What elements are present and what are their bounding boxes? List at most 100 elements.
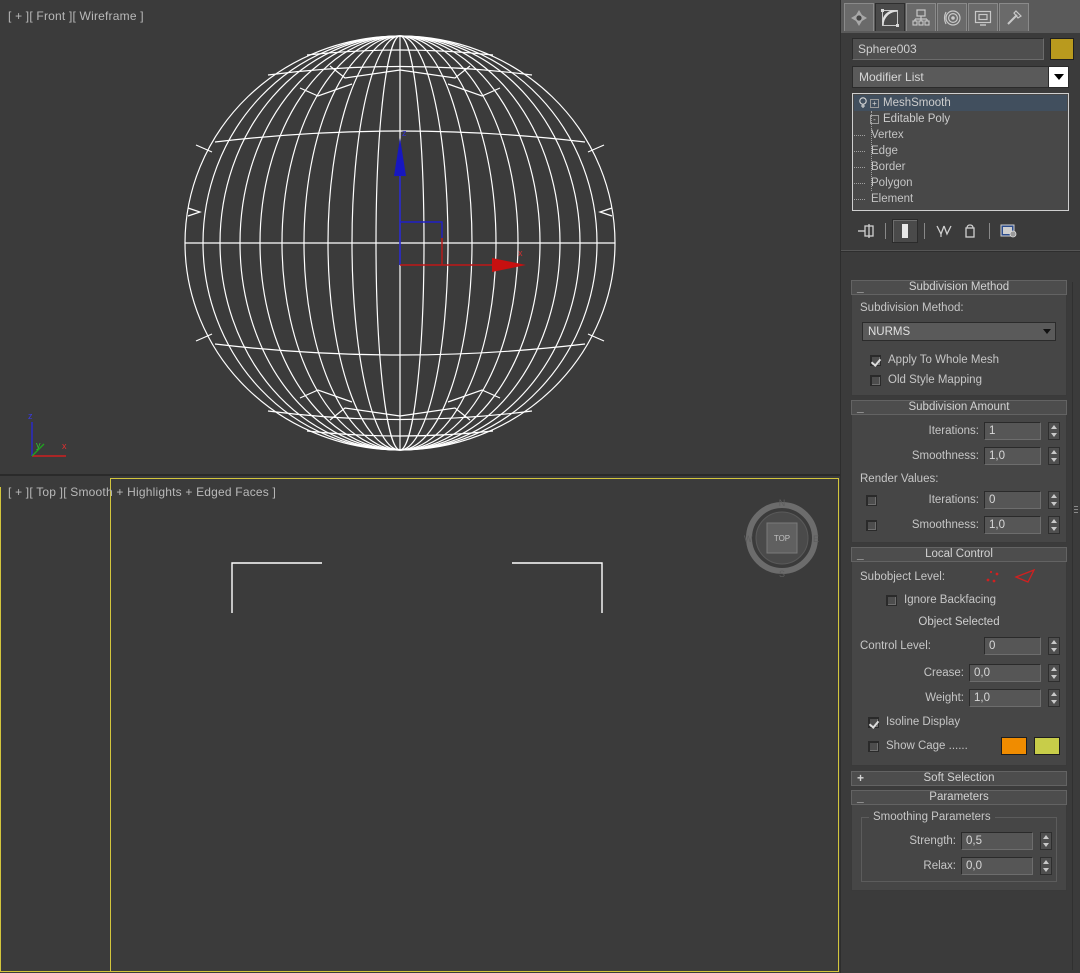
chevron-down-icon[interactable]: [1048, 67, 1068, 87]
subobject-vertex[interactable]: Vertex: [854, 127, 1067, 143]
rollout-header-subdivision-method[interactable]: _ Subdivision Method: [851, 280, 1067, 295]
weight-spinner[interactable]: [1048, 689, 1060, 707]
viewport-front-label[interactable]: [ + ][ Front ][ Wireframe ]: [8, 9, 144, 23]
command-panel-scrollbar[interactable]: [1072, 282, 1078, 970]
tab-create[interactable]: [844, 3, 874, 31]
cage-color-swatch-2[interactable]: [1034, 737, 1060, 755]
make-unique-icon[interactable]: [931, 219, 957, 243]
rollout-soft-selection: + Soft Selection: [851, 771, 1067, 786]
control-level-spinner[interactable]: [1048, 637, 1060, 655]
expand-plus-icon[interactable]: +: [870, 98, 879, 108]
render-smoothness-spinner[interactable]: [1048, 516, 1060, 534]
light-bulb-icon[interactable]: [856, 97, 870, 109]
subobject-label: Polygon: [871, 177, 913, 189]
rollout-subdivision-method: _ Subdivision Method Subdivision Method:…: [851, 280, 1067, 396]
weight-input[interactable]: 1,0: [969, 689, 1041, 707]
rollout-toggle-icon[interactable]: +: [857, 772, 864, 785]
tab-display[interactable]: [968, 3, 998, 31]
viewcube-widget[interactable]: TOP N S W E: [740, 496, 824, 580]
render-smoothness-input[interactable]: 1,0: [984, 516, 1041, 534]
relax-spinner[interactable]: [1040, 857, 1052, 875]
configure-modifier-sets-icon[interactable]: [996, 219, 1022, 243]
axis-y-label: y: [36, 440, 41, 450]
ignore-backfacing-checkbox[interactable]: [886, 594, 897, 606]
modifier-stack-list[interactable]: + MeshSmooth - Editable Poly Vertex Edge…: [852, 93, 1069, 211]
viewport-front[interactable]: [ + ][ Front ][ Wireframe ] z x z x y: [0, 0, 840, 476]
svg-text:z: z: [402, 128, 407, 138]
rollout-header-soft-selection[interactable]: + Soft Selection: [851, 771, 1067, 786]
control-level-label: Control Level:: [860, 640, 931, 652]
apply-to-whole-mesh-row[interactable]: Apply To Whole Mesh: [870, 354, 1060, 366]
object-color-swatch[interactable]: [1050, 38, 1074, 60]
rollout-toggle-icon[interactable]: _: [857, 281, 864, 294]
smoothness-input[interactable]: 1,0: [984, 447, 1041, 465]
isoline-display-checkbox[interactable]: [868, 716, 879, 728]
relax-input[interactable]: 0,0: [961, 857, 1033, 875]
render-iterations-input[interactable]: 0: [984, 491, 1041, 509]
iterations-row: Iterations: 1: [858, 422, 1060, 440]
rollout-toggle-icon[interactable]: _: [857, 791, 864, 804]
render-smoothness-checkbox[interactable]: [866, 519, 877, 531]
edge-subobject-icon[interactable]: [1014, 569, 1038, 585]
render-iterations-spinner[interactable]: [1048, 491, 1060, 509]
subobject-element[interactable]: Element: [854, 191, 1067, 207]
rollout-toggle-icon[interactable]: _: [857, 548, 864, 561]
iterations-input[interactable]: 1: [984, 422, 1041, 440]
crease-spinner[interactable]: [1048, 664, 1060, 682]
isoline-display-row[interactable]: Isoline Display: [868, 716, 1060, 728]
modifier-stack-item-label: MeshSmooth: [883, 97, 951, 109]
show-end-result-icon[interactable]: [892, 219, 918, 243]
old-style-mapping-checkbox[interactable]: [870, 374, 881, 386]
subdivision-method-dropdown[interactable]: NURMS: [862, 322, 1056, 341]
tab-hierarchy[interactable]: [906, 3, 936, 31]
control-level-input[interactable]: 0: [984, 637, 1041, 655]
object-selected-status: Object Selected: [918, 616, 1000, 628]
pin-stack-icon[interactable]: [853, 219, 879, 243]
modifier-stack-item-editable-poly[interactable]: - Editable Poly: [854, 111, 1067, 191]
rollout-header-local-control[interactable]: _ Local Control: [851, 547, 1067, 562]
modifier-stack-item-meshsmooth[interactable]: + MeshSmooth: [854, 95, 1067, 111]
crease-label: Crease:: [923, 667, 964, 679]
chevron-down-icon[interactable]: [1038, 323, 1055, 340]
ignore-backfacing-row[interactable]: Ignore Backfacing: [886, 594, 1060, 606]
rollout-body-parameters: Smoothing Parameters Strength: 0,5 Relax…: [851, 805, 1067, 891]
show-cage-checkbox[interactable]: [868, 740, 879, 752]
show-cage-row[interactable]: Show Cage ......: [868, 737, 1060, 755]
iterations-spinner[interactable]: [1048, 422, 1060, 440]
rollout-header-parameters[interactable]: _ Parameters: [851, 790, 1067, 805]
object-name-input[interactable]: [852, 38, 1044, 60]
weight-row: Weight: 1,0: [858, 689, 1060, 707]
subobject-border[interactable]: Border: [854, 159, 1067, 175]
strength-input[interactable]: 0,5: [961, 832, 1033, 850]
hierarchy-icon: [912, 8, 930, 26]
rollout-header-subdivision-amount[interactable]: _ Subdivision Amount: [851, 400, 1067, 415]
crease-input[interactable]: 0,0: [969, 664, 1041, 682]
tab-utilities[interactable]: [999, 3, 1029, 31]
cage-color-swatch-1[interactable]: [1001, 737, 1027, 755]
tab-modify[interactable]: [875, 3, 905, 31]
viewport-top[interactable]: [ + ][ Top ][ Smooth + Highlights + Edge…: [0, 478, 840, 973]
old-style-mapping-row[interactable]: Old Style Mapping: [870, 374, 1060, 386]
rollout-parameters: _ Parameters Smoothing Parameters Streng…: [851, 790, 1067, 891]
relax-label: Relax:: [923, 860, 956, 872]
modifier-list-dropdown[interactable]: Modifier List: [852, 66, 1069, 88]
front-move-gizmo[interactable]: z x: [340, 120, 540, 280]
vertex-subobject-icon[interactable]: [984, 569, 1006, 585]
scrollbar-grip[interactable]: [1073, 504, 1079, 518]
tab-motion[interactable]: [937, 3, 967, 31]
remove-modifier-icon[interactable]: [957, 219, 983, 243]
smoothness-spinner[interactable]: [1048, 447, 1060, 465]
strength-spinner[interactable]: [1040, 832, 1052, 850]
subobject-edge[interactable]: Edge: [854, 143, 1067, 159]
viewport-top-label[interactable]: [ + ][ Top ][ Smooth + Highlights + Edge…: [8, 485, 276, 499]
render-iterations-checkbox[interactable]: [866, 494, 877, 506]
viewcube-face-label: TOP: [774, 534, 790, 543]
subobject-polygon[interactable]: Polygon: [854, 175, 1067, 191]
object-name-row: [841, 33, 1080, 64]
subdivision-method-value: NURMS: [868, 325, 911, 338]
rollout-body-subdivision-amount: Iterations: 1 Smoothness: 1,0 Render Val…: [851, 415, 1067, 543]
ignore-backfacing-label: Ignore Backfacing: [904, 594, 997, 606]
command-panel-tabs: [841, 0, 1080, 33]
apply-to-whole-mesh-checkbox[interactable]: [870, 354, 881, 366]
rollout-toggle-icon[interactable]: _: [857, 401, 864, 414]
